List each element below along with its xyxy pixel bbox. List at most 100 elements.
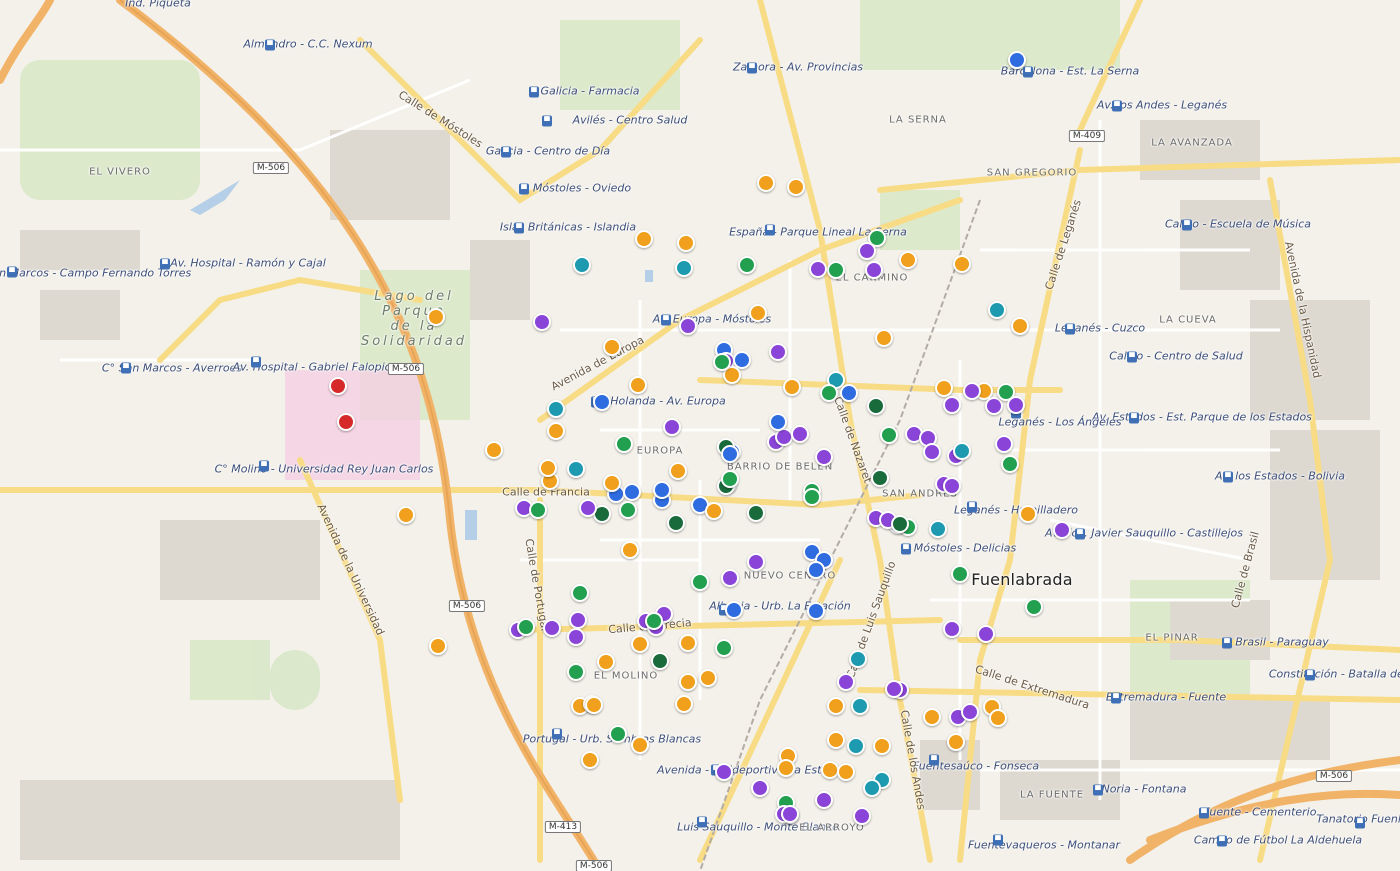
bus-stop-icon[interactable]: ▀ [765, 224, 775, 236]
map-marker-blue[interactable] [721, 445, 739, 463]
map-marker-green[interactable] [738, 256, 756, 274]
map-marker-green[interactable] [880, 426, 898, 444]
map-marker-orange[interactable] [585, 696, 603, 714]
bus-stop-icon[interactable]: ▀ [7, 266, 17, 278]
map-marker-teal[interactable] [863, 779, 881, 797]
map-marker-green[interactable] [827, 261, 845, 279]
map-marker-green[interactable] [1025, 598, 1043, 616]
map-marker-orange[interactable] [705, 502, 723, 520]
bus-stop-icon[interactable]: ▀ [993, 834, 1003, 846]
map-marker-green[interactable] [713, 353, 731, 371]
map-marker-orange[interactable] [679, 673, 697, 691]
map-marker-orange[interactable] [677, 234, 695, 252]
map-marker-green[interactable] [615, 435, 633, 453]
map-marker-purple[interactable] [533, 313, 551, 331]
map-marker-orange[interactable] [827, 731, 845, 749]
map-marker-teal[interactable] [847, 737, 865, 755]
map-marker-green[interactable] [691, 573, 709, 591]
map-marker-dark-green[interactable] [651, 652, 669, 670]
map-marker-dark-green[interactable] [871, 469, 889, 487]
map-marker-purple[interactable] [569, 611, 587, 629]
map-marker-orange[interactable] [629, 376, 647, 394]
map-marker-orange[interactable] [827, 697, 845, 715]
map-marker-purple[interactable] [751, 779, 769, 797]
bus-stop-icon[interactable]: ▀ [747, 62, 757, 74]
map-marker-green[interactable] [820, 384, 838, 402]
map-marker-teal[interactable] [547, 400, 565, 418]
map-marker-purple[interactable] [543, 619, 561, 637]
map-marker-blue[interactable] [769, 413, 787, 431]
bus-stop-icon[interactable]: ▀ [121, 362, 131, 374]
map-marker-orange[interactable] [603, 474, 621, 492]
map-marker-orange[interactable] [621, 541, 639, 559]
map-marker-green[interactable] [571, 584, 589, 602]
bus-stop-icon[interactable]: ▀ [1111, 692, 1121, 704]
map-marker-orange[interactable] [1011, 317, 1029, 335]
map-marker-blue[interactable] [840, 384, 858, 402]
bus-stop-icon[interactable]: ▀ [259, 460, 269, 472]
bus-stop-icon[interactable]: ▀ [929, 754, 939, 766]
map-marker-purple[interactable] [1007, 396, 1025, 414]
bus-stop-icon[interactable]: ▀ [1217, 835, 1227, 847]
map-marker-purple[interactable] [567, 628, 585, 646]
map-marker-purple[interactable] [815, 448, 833, 466]
map-marker-blue[interactable] [807, 561, 825, 579]
bus-stop-icon[interactable]: ▀ [1305, 669, 1315, 681]
map-marker-orange[interactable] [875, 329, 893, 347]
map-marker-orange[interactable] [679, 634, 697, 652]
bus-stop-icon[interactable]: ▀ [514, 222, 524, 234]
map-marker-purple[interactable] [885, 680, 903, 698]
map-marker-orange[interactable] [597, 653, 615, 671]
map-marker-orange[interactable] [485, 441, 503, 459]
map-marker-orange[interactable] [873, 737, 891, 755]
map-marker-blue[interactable] [593, 393, 611, 411]
map-marker-green[interactable] [619, 501, 637, 519]
map-marker-orange[interactable] [397, 506, 415, 524]
bus-stop-icon[interactable]: ▀ [1182, 219, 1192, 231]
bus-stop-icon[interactable]: ▀ [501, 146, 511, 158]
map-marker-orange[interactable] [631, 736, 649, 754]
map-marker-blue[interactable] [1008, 51, 1026, 69]
map-marker-teal[interactable] [988, 301, 1006, 319]
map-marker-purple[interactable] [853, 807, 871, 825]
map-marker-purple[interactable] [1053, 521, 1071, 539]
map-marker-purple[interactable] [679, 317, 697, 335]
map-marker-purple[interactable] [791, 425, 809, 443]
bus-stop-icon[interactable]: ▀ [519, 183, 529, 195]
map-marker-red[interactable] [329, 377, 347, 395]
map-marker-purple[interactable] [815, 791, 833, 809]
map-marker-orange[interactable] [539, 459, 557, 477]
map-marker-purple[interactable] [769, 343, 787, 361]
map-marker-purple[interactable] [781, 805, 799, 823]
map-marker-orange[interactable] [699, 669, 717, 687]
map-marker-purple[interactable] [995, 435, 1013, 453]
map-canvas[interactable]: Ind. Piqueta Almendro - C.C. Nexum ▀ Zamora… [0, 0, 1400, 871]
map-marker-orange[interactable] [923, 708, 941, 726]
map-marker-green[interactable] [567, 663, 585, 681]
map-marker-green[interactable] [645, 612, 663, 630]
map-marker-orange[interactable] [603, 338, 621, 356]
map-marker-green[interactable] [529, 501, 547, 519]
bus-stop-icon[interactable]: ▀ [1223, 471, 1233, 483]
bus-stop-icon[interactable]: ▀ [1129, 412, 1139, 424]
map-marker-purple[interactable] [923, 443, 941, 461]
map-marker-purple[interactable] [985, 397, 1003, 415]
map-marker-purple[interactable] [809, 260, 827, 278]
map-marker-green[interactable] [715, 639, 733, 657]
map-marker-purple[interactable] [943, 477, 961, 495]
map-marker-purple[interactable] [977, 625, 995, 643]
map-marker-orange[interactable] [427, 308, 445, 326]
map-marker-orange[interactable] [989, 709, 1007, 727]
map-marker-orange[interactable] [757, 174, 775, 192]
bus-stop-icon[interactable]: ▀ [265, 39, 275, 51]
map-marker-orange[interactable] [1019, 505, 1037, 523]
map-marker-orange[interactable] [635, 230, 653, 248]
map-marker-teal[interactable] [851, 697, 869, 715]
map-marker-green[interactable] [609, 725, 627, 743]
map-marker-purple[interactable] [943, 396, 961, 414]
map-marker-blue[interactable] [725, 601, 743, 619]
map-marker-purple[interactable] [961, 703, 979, 721]
map-marker-orange[interactable] [675, 695, 693, 713]
bus-stop-icon[interactable]: ▀ [1075, 528, 1085, 540]
map-marker-green[interactable] [1001, 455, 1019, 473]
